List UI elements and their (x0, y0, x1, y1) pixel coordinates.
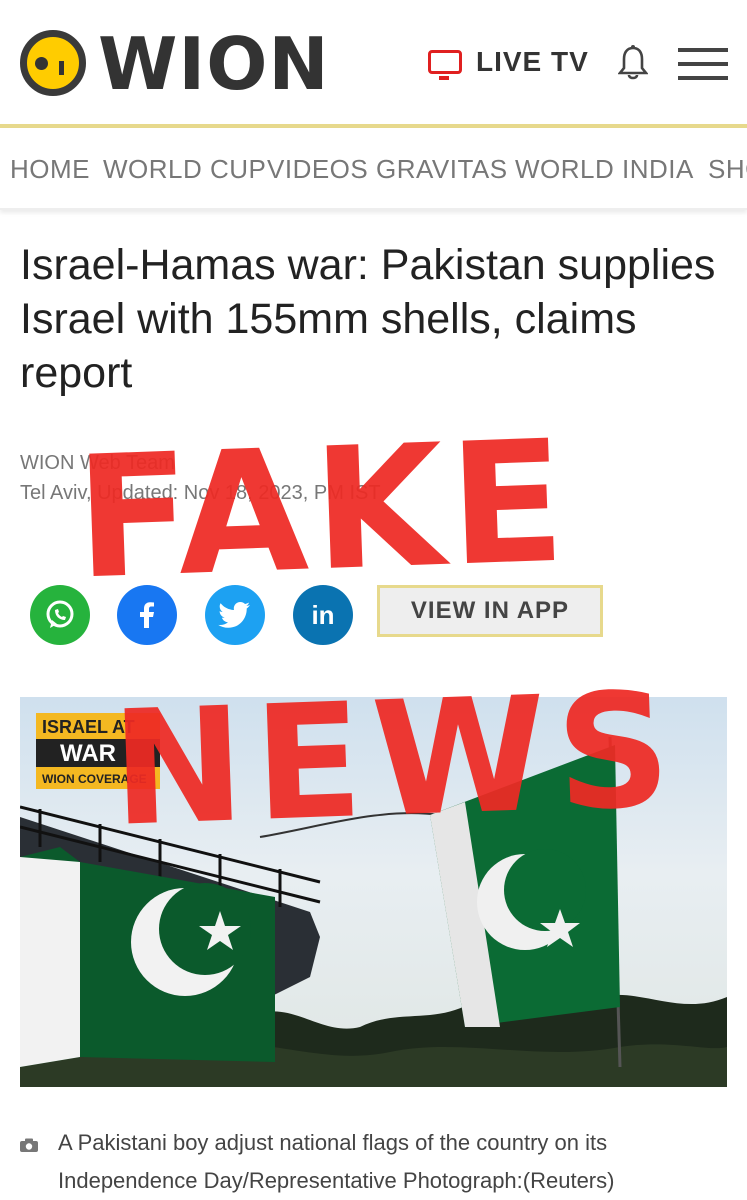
site-header: WION LIVE TV (0, 0, 747, 128)
wion-logo-mark (20, 30, 86, 96)
hamburger-menu-icon[interactable] (678, 48, 728, 80)
fake-stamp: FAKE (72, 403, 574, 617)
photo-caption: A Pakistani boy adjust national flags of… (58, 1130, 615, 1193)
news-stamp: NEWS (108, 658, 684, 862)
nav-item-gravitas[interactable]: GRAVITAS (376, 154, 508, 185)
nav-item-shows[interactable]: SHO (708, 154, 747, 185)
nav-item-videos[interactable]: VIDEOS (267, 154, 368, 185)
photo-badge-line2: WAR (60, 740, 116, 767)
live-tv-button[interactable]: LIVE TV (428, 44, 589, 80)
wion-logo[interactable]: WION (20, 24, 329, 104)
tv-icon (428, 50, 462, 80)
article-headline: Israel-Hamas war: Pakistan supplies Isra… (20, 241, 716, 397)
camera-icon (20, 1138, 38, 1152)
whatsapp-icon (46, 600, 74, 628)
bell-icon[interactable] (618, 44, 648, 80)
nav-item-world[interactable]: WORLD (515, 154, 614, 185)
section-nav: HOME WORLD CUP VIDEOS GRAVITAS WORLD IND… (0, 128, 747, 210)
nav-item-home[interactable]: HOME (10, 154, 90, 185)
nav-item-india[interactable]: INDIA (622, 154, 694, 185)
live-tv-label: LIVE TV (476, 46, 589, 77)
logo-wordmark: WION (98, 22, 330, 106)
nav-item-world-cup[interactable]: WORLD CUP (103, 154, 266, 185)
